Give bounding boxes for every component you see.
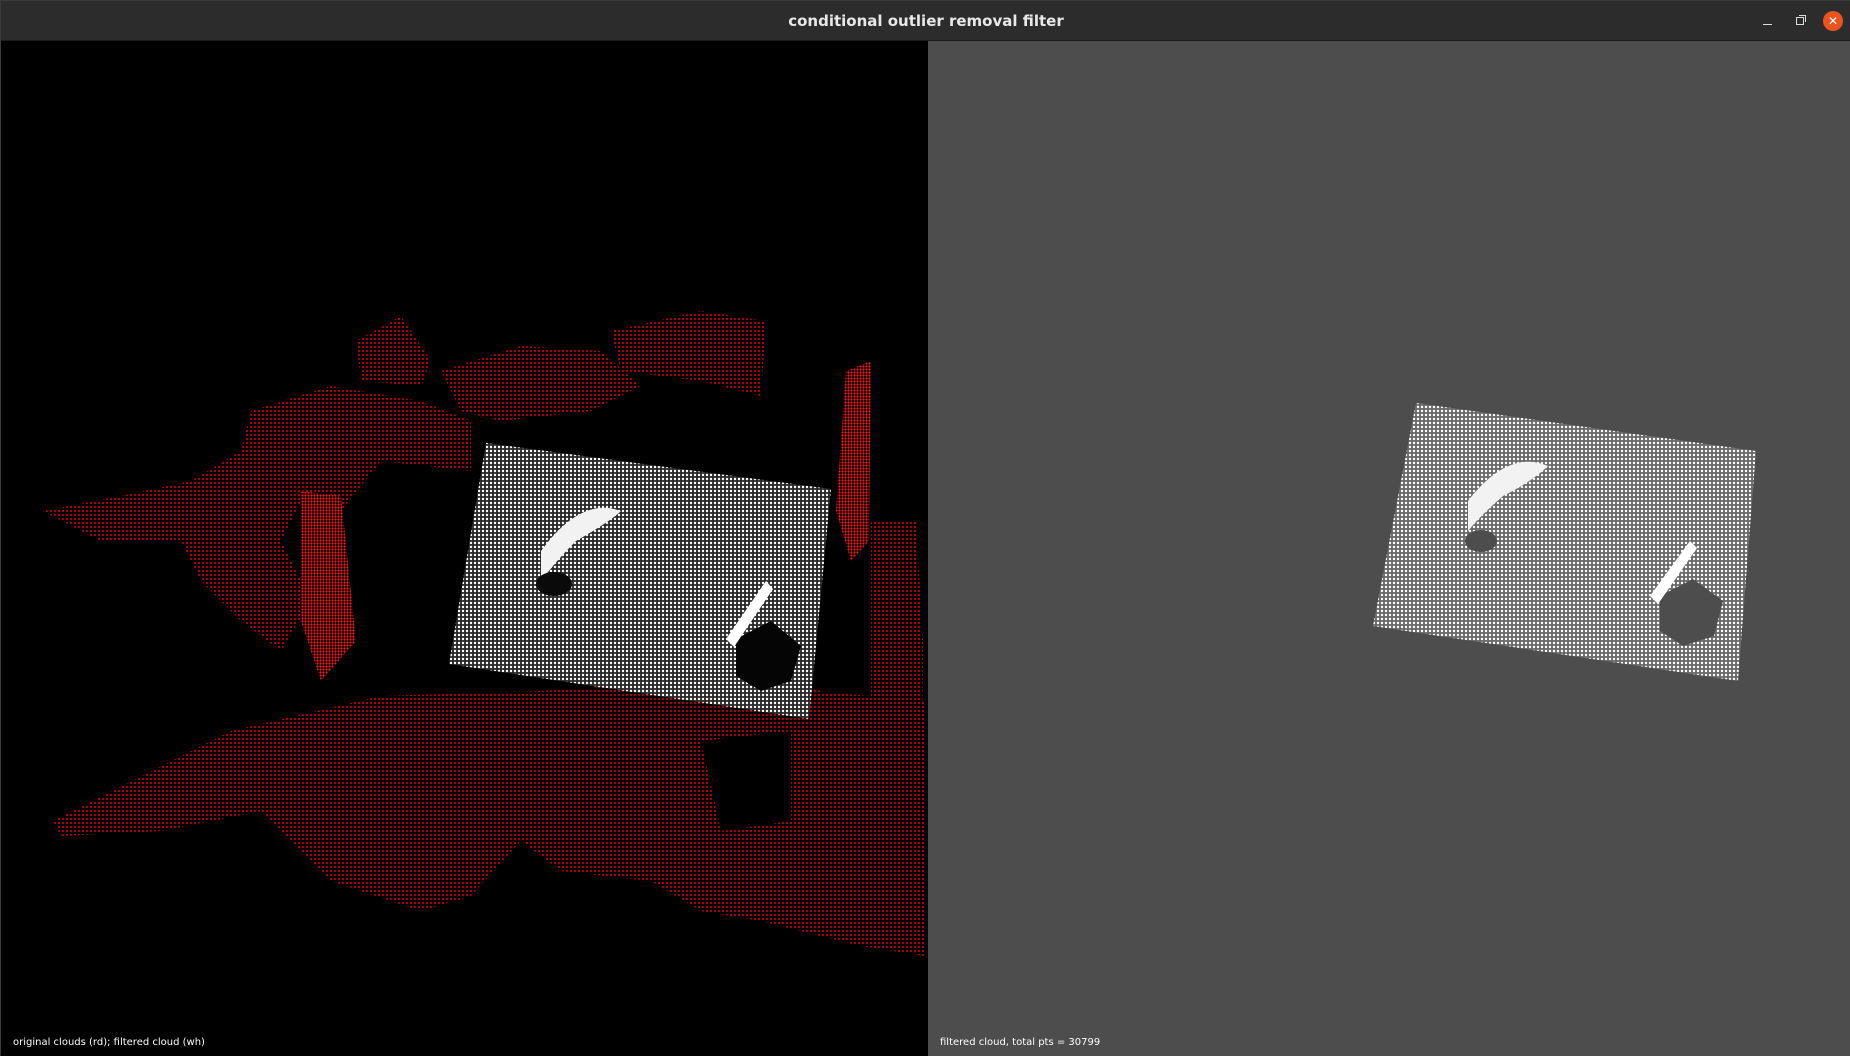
window-title: conditional outlier removal filter [788, 12, 1064, 30]
title-bar[interactable]: conditional outlier removal filter ✕ [1, 1, 1850, 41]
top-cluster-1 [356, 316, 431, 386]
top-cluster-3 [441, 346, 641, 421]
right-column [871, 521, 923, 941]
left-wall-cluster [43, 386, 471, 651]
right-post [836, 361, 871, 561]
left-pillar [301, 491, 356, 681]
filtered-point-cloud [1373, 403, 1756, 681]
right-viewport[interactable]: filtered cloud, total pts = 30799 [928, 41, 1850, 1056]
app-window: conditional outlier removal filter ✕ ori… [0, 0, 1850, 1056]
left-viewport[interactable]: original clouds (rd); filtered cloud (wh… [1, 41, 928, 1056]
original-point-cloud [43, 311, 926, 956]
object-dark-spot-1-right [1465, 530, 1497, 552]
maximize-icon [1796, 15, 1806, 25]
close-icon: ✕ [1827, 14, 1839, 28]
minimize-icon [1762, 23, 1772, 25]
left-viewport-label: original clouds (rd); filtered cloud (wh… [13, 1037, 205, 1048]
close-button[interactable]: ✕ [1823, 11, 1843, 31]
minimize-button[interactable] [1757, 11, 1777, 31]
right-viewport-label: filtered cloud, total pts = 30799 [940, 1037, 1101, 1048]
object-dark-spot-1 [536, 572, 572, 596]
maximize-button[interactable] [1790, 11, 1810, 31]
